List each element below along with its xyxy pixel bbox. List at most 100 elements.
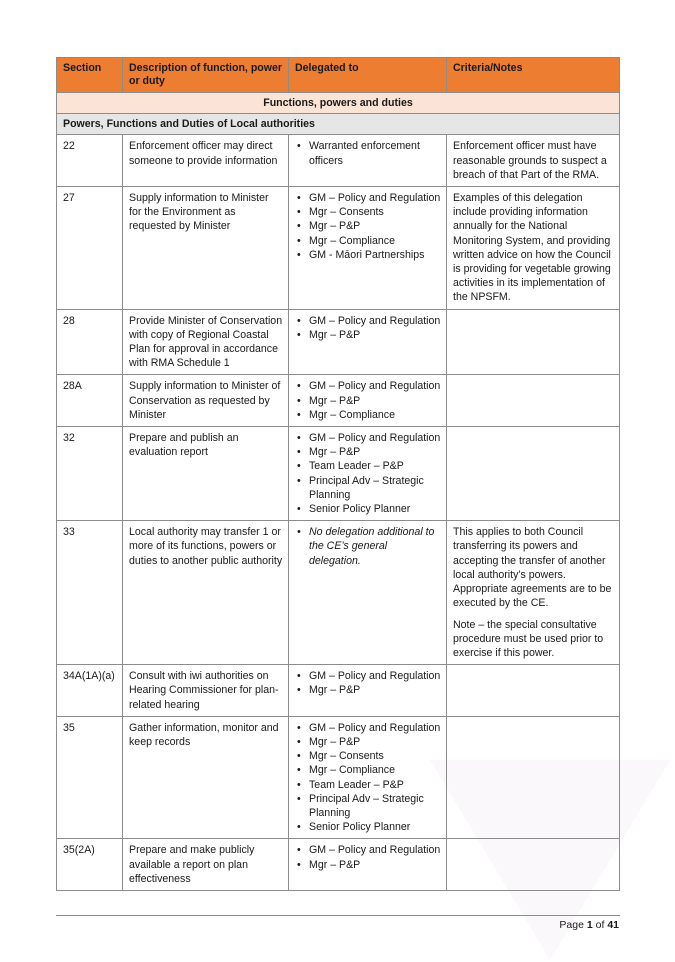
delegate-item: Mgr – P&P [297, 683, 441, 697]
band-row: Functions, powers and duties [56, 91, 620, 115]
delegate-item: GM – Policy and Regulation [297, 379, 441, 393]
of-label: of [595, 919, 605, 931]
delegated-to-cell: GM – Policy and RegulationMgr – P&P [288, 308, 447, 376]
table-row: 33 Local authority may transfer 1 or more… [56, 520, 620, 666]
delegated-to-cell: GM – Policy and RegulationMgr – P&PMgr –… [288, 715, 447, 840]
notes-cell: Enforcement officer must have reasonable… [446, 134, 620, 188]
description-cell: Enforcement officer may direct someone t… [122, 134, 289, 188]
footer-divider [56, 915, 620, 916]
page-label: Page [559, 919, 584, 931]
delegate-item: Mgr – Compliance [297, 234, 441, 248]
section-cell: 35(2A) [56, 838, 123, 891]
table-row: 28A Supply information to Minister of Con… [56, 374, 620, 428]
table-row: 35(2A) Prepare and make publicly availabl… [56, 838, 620, 891]
delegate-list: GM – Policy and RegulationMgr – P&PMgr –… [295, 379, 441, 422]
delegate-item: Mgr – P&P [297, 735, 441, 749]
delegate-item: Mgr – Consents [297, 205, 441, 219]
notes-cell: This applies to both Council transferrin… [446, 520, 620, 666]
table-row: 28 Provide Minister of Conservation with … [56, 308, 620, 376]
delegate-item: Mgr – Consents [297, 749, 441, 763]
description-cell: Consult with iwi authorities on Hearing … [122, 664, 289, 717]
delegate-item: GM – Policy and Regulation [297, 314, 441, 328]
header-delegated-to: Delegated to [288, 57, 447, 93]
delegate-list: GM – Policy and RegulationMgr – P&PTeam … [295, 431, 441, 516]
table-row: 34A(1A)(a) Consult with iwi authorities o… [56, 664, 620, 717]
table-row: 35 Gather information, monitor and keep r… [56, 715, 620, 840]
notes-cell [446, 664, 620, 717]
table-row: 32 Prepare and publish an evaluation repo… [56, 426, 620, 522]
description-cell: Prepare and publish an evaluation report [122, 426, 289, 522]
delegate-item: Mgr – Compliance [297, 763, 441, 777]
delegate-list: GM – Policy and RegulationMgr – P&P [295, 669, 441, 698]
delegate-item: Mgr – P&P [297, 858, 441, 872]
section-cell: 35 [56, 715, 123, 840]
header-criteria-notes: Criteria/Notes [446, 57, 620, 93]
table-header-row: Section Description of function, power o… [56, 57, 620, 93]
delegate-item: GM – Policy and Regulation [297, 721, 441, 735]
delegate-item: GM – Policy and Regulation [297, 431, 441, 445]
description-cell: Prepare and make publicly available a re… [122, 838, 289, 891]
section-cell: 28A [56, 374, 123, 428]
delegated-to-cell: GM – Policy and RegulationMgr – P&P [288, 664, 447, 717]
delegate-item: Warranted enforcement officers [297, 139, 441, 167]
delegate-list: No delegation additional to the CE’s gen… [295, 525, 441, 568]
header-description: Description of function, power or duty [122, 57, 289, 93]
delegate-item: Principal Adv – Strategic Planning [297, 792, 441, 820]
delegated-to-cell: No delegation additional to the CE’s gen… [288, 520, 447, 666]
delegate-item: Senior Policy Planner [297, 820, 441, 834]
delegate-item: GM – Policy and Regulation [297, 843, 441, 857]
description-cell: Supply information to Minister of Conser… [122, 374, 289, 428]
delegate-list: Warranted enforcement officers [295, 139, 441, 167]
delegated-to-cell: GM – Policy and RegulationMgr – Consents… [288, 186, 447, 310]
notes-cell [446, 426, 620, 522]
notes-cell [446, 715, 620, 840]
delegate-item: GM – Policy and Regulation [297, 669, 441, 683]
page-current: 1 [586, 919, 593, 931]
note-paragraph: This applies to both Council transferrin… [453, 526, 612, 610]
page-total: 41 [607, 919, 619, 931]
notes-cell [446, 374, 620, 428]
delegate-list: GM – Policy and RegulationMgr – Consents… [295, 191, 441, 262]
section-cell: 28 [56, 308, 123, 376]
description-cell: Provide Minister of Conservation with co… [122, 308, 289, 376]
delegated-to-cell: GM – Policy and RegulationMgr – P&PTeam … [288, 426, 447, 522]
delegate-item: No delegation additional to the CE’s gen… [297, 525, 441, 568]
notes-cell [446, 838, 620, 891]
group-row: Powers, Functions and Duties of Local au… [56, 113, 620, 136]
band-title: Functions, powers and duties [56, 91, 620, 115]
delegate-item: Team Leader – P&P [297, 459, 441, 473]
delegated-to-cell: Warranted enforcement officers [288, 134, 447, 188]
notes-cell [446, 308, 620, 376]
delegate-item: Mgr – P&P [297, 394, 441, 408]
table-row: 22 Enforcement officer may direct someone… [56, 134, 620, 188]
delegate-item: Mgr – Compliance [297, 408, 441, 422]
delegate-item: GM – Policy and Regulation [297, 191, 441, 205]
table-row: 27 Supply information to Minister for the… [56, 186, 620, 310]
group-title: Powers, Functions and Duties of Local au… [56, 113, 620, 136]
section-cell: 27 [56, 186, 123, 310]
section-cell: 34A(1A)(a) [56, 664, 123, 717]
section-cell: 32 [56, 426, 123, 522]
description-cell: Gather information, monitor and keep rec… [122, 715, 289, 840]
note-paragraph: Enforcement officer must have reasonable… [453, 140, 607, 181]
notes-cell: Examples of this delegation include prov… [446, 186, 620, 310]
delegate-item: Mgr – P&P [297, 328, 441, 342]
delegate-list: GM – Policy and RegulationMgr – P&P [295, 314, 441, 343]
delegate-list: GM – Policy and RegulationMgr – P&PMgr –… [295, 721, 441, 835]
section-cell: 33 [56, 520, 123, 666]
delegate-item: Senior Policy Planner [297, 502, 441, 516]
delegate-list: GM – Policy and RegulationMgr – P&P [295, 843, 441, 872]
note-paragraph: Note – the special consultative procedur… [453, 618, 604, 659]
delegated-to-cell: GM – Policy and RegulationMgr – P&P [288, 838, 447, 891]
delegate-item: Mgr – P&P [297, 445, 441, 459]
delegate-item: Mgr – P&P [297, 219, 441, 233]
delegations-table: Section Description of function, power o… [56, 57, 620, 891]
delegate-item: Team Leader – P&P [297, 778, 441, 792]
description-cell: Supply information to Minister for the E… [122, 186, 289, 310]
delegated-to-cell: GM – Policy and RegulationMgr – P&PMgr –… [288, 374, 447, 428]
delegate-item: GM - Māori Partnerships [297, 248, 441, 262]
header-section: Section [56, 57, 123, 93]
page-number: Page 1 of 41 [559, 919, 619, 931]
section-cell: 22 [56, 134, 123, 188]
description-cell: Local authority may transfer 1 or more o… [122, 520, 289, 666]
